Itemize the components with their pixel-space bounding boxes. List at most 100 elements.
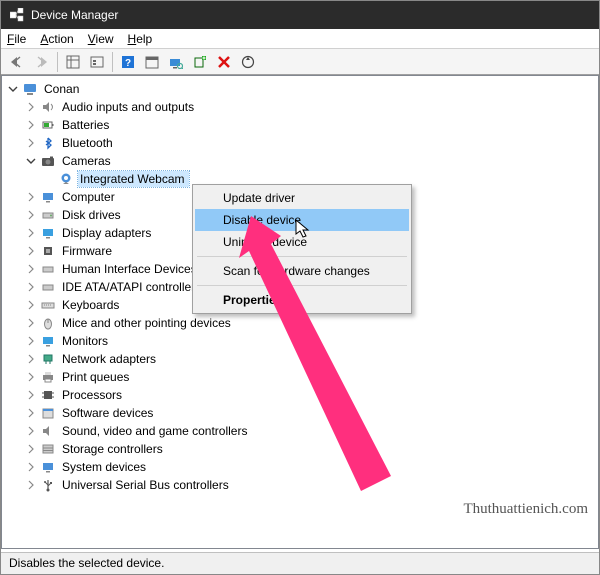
toolbar-separator xyxy=(112,52,113,72)
tree-item-monitors[interactable]: Monitors xyxy=(60,333,112,349)
help-button[interactable]: ? xyxy=(117,51,139,73)
display-icon xyxy=(40,225,56,241)
expand-icon[interactable] xyxy=(24,334,38,348)
camera-icon xyxy=(40,153,56,169)
expand-icon[interactable] xyxy=(24,388,38,402)
keyboard-icon xyxy=(40,297,56,313)
tree-item-cameras[interactable]: Cameras xyxy=(60,153,115,169)
expand-icon[interactable] xyxy=(24,442,38,456)
expand-icon[interactable] xyxy=(24,100,38,114)
expand-icon[interactable] xyxy=(6,82,20,96)
expand-icon[interactable] xyxy=(24,460,38,474)
software-icon xyxy=(40,405,56,421)
hid-icon xyxy=(40,261,56,277)
tree-item-ide[interactable]: IDE ATA/ATAPI controllers xyxy=(60,279,205,295)
computer-icon xyxy=(40,189,56,205)
network-icon xyxy=(40,351,56,367)
toolbar-separator xyxy=(57,52,58,72)
properties-button[interactable] xyxy=(86,51,108,73)
window-titlebar: Device Manager xyxy=(1,1,599,29)
expand-icon[interactable] xyxy=(24,190,38,204)
menu-action[interactable]: Action xyxy=(40,32,73,46)
toolbar: ? xyxy=(1,49,599,75)
tree-item-usb[interactable]: Universal Serial Bus controllers xyxy=(60,477,233,493)
window-title: Device Manager xyxy=(31,8,118,22)
cpu-icon xyxy=(40,387,56,403)
monitor-icon xyxy=(40,333,56,349)
context-update-driver[interactable]: Update driver xyxy=(195,187,409,209)
context-disable-device[interactable]: Disable device xyxy=(195,209,409,231)
tree-item-computer[interactable]: Computer xyxy=(60,189,119,205)
expand-icon[interactable] xyxy=(24,244,38,258)
expand-icon[interactable] xyxy=(24,262,38,276)
tree-item-print[interactable]: Print queues xyxy=(60,369,133,385)
tree-item-webcam[interactable]: Integrated Webcam xyxy=(78,171,189,187)
tree-item-hid[interactable]: Human Interface Devices xyxy=(60,261,201,277)
expand-icon[interactable] xyxy=(24,136,38,150)
expand-icon[interactable] xyxy=(24,370,38,384)
disk-icon xyxy=(40,207,56,223)
tree-item-display[interactable]: Display adapters xyxy=(60,225,155,241)
expand-icon[interactable] xyxy=(24,226,38,240)
expand-icon[interactable] xyxy=(24,298,38,312)
menu-help[interactable]: Help xyxy=(128,32,153,46)
bluetooth-icon xyxy=(40,135,56,151)
watermark: Thuthuattienich.com xyxy=(463,501,588,518)
audio-icon xyxy=(40,99,56,115)
menubar: File Action View Help xyxy=(1,29,599,49)
expand-icon[interactable] xyxy=(24,280,38,294)
tree-item-network[interactable]: Network adapters xyxy=(60,351,160,367)
tree-item-disk[interactable]: Disk drives xyxy=(60,207,125,223)
context-separator xyxy=(197,256,407,257)
webcam-icon xyxy=(58,171,74,187)
system-icon xyxy=(40,459,56,475)
tree-item-keyboards[interactable]: Keyboards xyxy=(60,297,123,313)
back-button[interactable] xyxy=(7,51,29,73)
tree-item-storage[interactable]: Storage controllers xyxy=(60,441,167,457)
update-driver-button[interactable] xyxy=(237,51,259,73)
calendar-button[interactable] xyxy=(141,51,163,73)
forward-button[interactable] xyxy=(31,51,53,73)
tree-item-system[interactable]: System devices xyxy=(60,459,150,475)
tree-item-processors[interactable]: Processors xyxy=(60,387,126,403)
mouse-icon xyxy=(40,315,56,331)
expand-icon[interactable] xyxy=(24,406,38,420)
tree-item-firmware[interactable]: Firmware xyxy=(60,243,116,259)
collapse-icon[interactable] xyxy=(24,154,38,168)
tree-item-audio[interactable]: Audio inputs and outputs xyxy=(60,99,198,115)
tree-item-sound[interactable]: Sound, video and game controllers xyxy=(60,423,251,439)
menu-view[interactable]: View xyxy=(88,32,114,46)
context-separator xyxy=(197,285,407,286)
scan-hardware-button[interactable] xyxy=(165,51,187,73)
add-device-button[interactable] xyxy=(189,51,211,73)
firmware-icon xyxy=(40,243,56,259)
tree-root[interactable]: Conan xyxy=(42,81,83,97)
tree-item-mice[interactable]: Mice and other pointing devices xyxy=(60,315,235,331)
menu-file[interactable]: File xyxy=(7,32,26,46)
svg-text:?: ? xyxy=(125,58,131,69)
battery-icon xyxy=(40,117,56,133)
usb-icon xyxy=(40,477,56,493)
app-icon xyxy=(9,7,25,23)
tree-item-bluetooth[interactable]: Bluetooth xyxy=(60,135,117,151)
remove-device-button[interactable] xyxy=(213,51,235,73)
printer-icon xyxy=(40,369,56,385)
show-hidden-button[interactable] xyxy=(62,51,84,73)
expand-icon[interactable] xyxy=(24,118,38,132)
computer-icon xyxy=(22,81,38,97)
expand-icon[interactable] xyxy=(24,424,38,438)
storage-icon xyxy=(40,441,56,457)
expand-icon[interactable] xyxy=(24,208,38,222)
tree-item-batteries[interactable]: Batteries xyxy=(60,117,113,133)
expand-icon[interactable] xyxy=(24,478,38,492)
status-bar: Disables the selected device. xyxy=(1,552,599,574)
context-menu: Update driver Disable device Uninstall d… xyxy=(192,184,412,314)
sound-icon xyxy=(40,423,56,439)
ide-icon xyxy=(40,279,56,295)
tree-item-software[interactable]: Software devices xyxy=(60,405,157,421)
context-properties[interactable]: Properties xyxy=(195,289,409,311)
context-uninstall-device[interactable]: Uninstall device xyxy=(195,231,409,253)
expand-icon[interactable] xyxy=(24,316,38,330)
expand-icon[interactable] xyxy=(24,352,38,366)
context-scan-hardware[interactable]: Scan for hardware changes xyxy=(195,260,409,282)
